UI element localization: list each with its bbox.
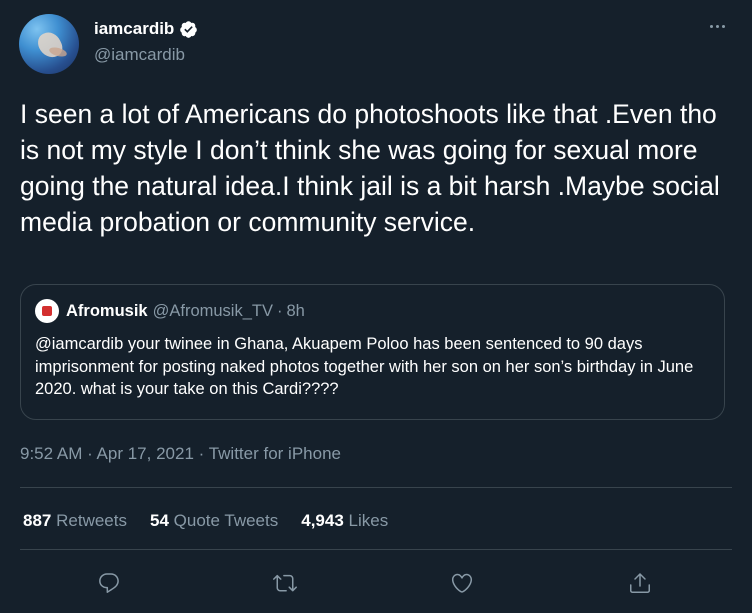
quoted-tweet[interactable]: Afromusik @Afromusik_TV · 8h @iamcardib …: [20, 284, 725, 420]
quoted-tweet-time: 8h: [286, 301, 305, 320]
like-icon[interactable]: [447, 568, 477, 598]
quoted-tweet-header: Afromusik @Afromusik_TV · 8h: [35, 299, 305, 323]
tweet-text: I seen a lot of Americans do photoshoots…: [20, 99, 720, 237]
quoted-author-handle: @Afromusik_TV: [152, 301, 273, 320]
author-name-row[interactable]: iamcardib: [94, 19, 198, 39]
engagement-stats: 887 Retweets 54 Quote Tweets 4,943 Likes: [23, 511, 411, 531]
quote-tweets-label: Quote Tweets: [173, 511, 279, 530]
share-icon[interactable]: [625, 568, 655, 598]
retweets-stat[interactable]: 887 Retweets: [23, 511, 127, 531]
tweet-actions: [20, 568, 732, 598]
likes-count: 4,943: [301, 511, 344, 530]
tweet: iamcardib @iamcardib I seen a lot of Ame…: [0, 0, 752, 613]
likes-label: Likes: [348, 511, 389, 530]
author-avatar[interactable]: [19, 14, 79, 74]
reply-icon[interactable]: [94, 568, 124, 598]
tweet-timestamp[interactable]: 9:52 AM · Apr 17, 2021 · Twitter for iPh…: [20, 444, 341, 464]
divider: [20, 549, 732, 550]
retweets-label: Retweets: [56, 511, 127, 530]
quoted-author-avatar: [35, 299, 59, 323]
divider: [20, 487, 732, 488]
likes-stat[interactable]: 4,943 Likes: [301, 511, 388, 531]
author-display-name[interactable]: iamcardib: [94, 19, 174, 39]
more-options-icon[interactable]: [703, 16, 731, 36]
quoted-tweet-text: @iamcardib your twinee in Ghana, Akuapem…: [35, 335, 694, 398]
quote-tweets-stat[interactable]: 54 Quote Tweets: [150, 511, 278, 531]
retweet-icon[interactable]: [270, 568, 300, 598]
quote-tweets-count: 54: [149, 511, 169, 530]
author-handle[interactable]: @iamcardib: [94, 45, 185, 65]
retweets-count: 887: [23, 511, 52, 530]
quoted-separator: ·: [276, 301, 283, 320]
quoted-author-name: Afromusik: [66, 301, 148, 320]
verified-badge-icon: [180, 20, 198, 38]
